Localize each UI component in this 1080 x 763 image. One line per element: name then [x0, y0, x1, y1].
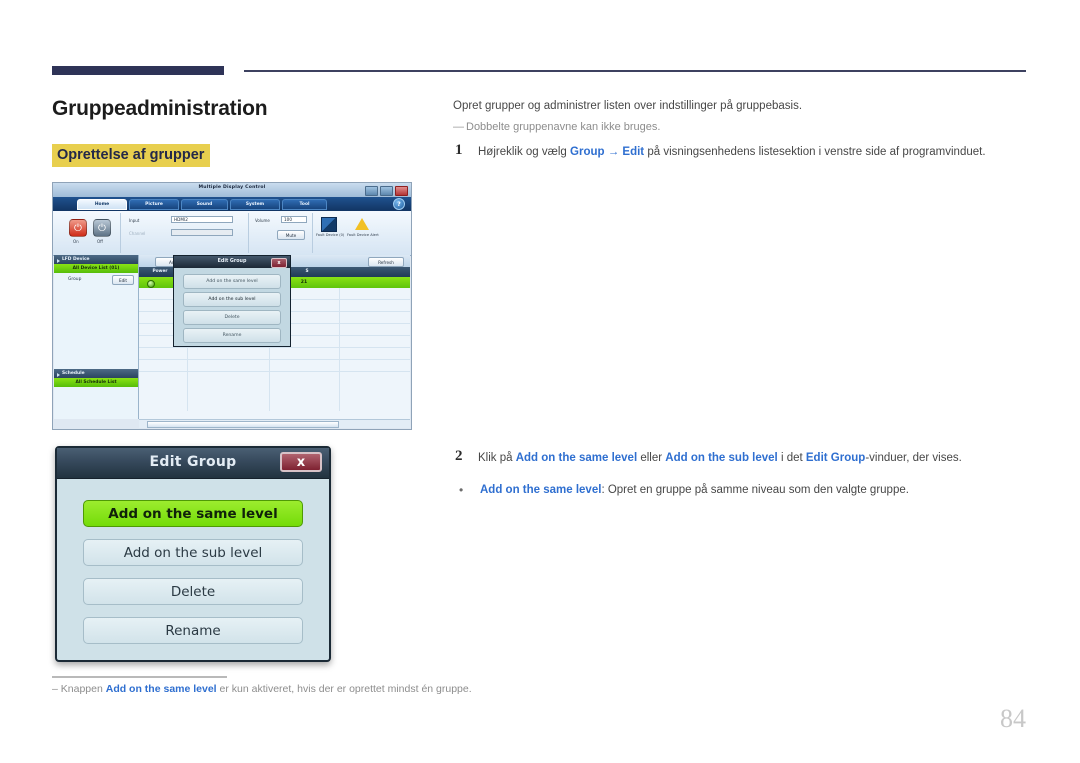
bullet-1-text: Add on the same level: Opret en gruppe p…	[480, 484, 1025, 496]
step-2-pre: Klik på	[478, 452, 516, 464]
screenshot-titlebar: Multiple Display Control	[53, 183, 411, 198]
input-group: Input HDMI2 Channel	[123, 213, 249, 253]
step-2-bold-sub-level: Add on the sub level	[665, 452, 778, 464]
fault-alert-icon[interactable]	[355, 218, 369, 230]
footnote-post: er kun aktiveret, hvis der er oprettet m…	[216, 683, 472, 695]
footnote-rule	[52, 676, 227, 678]
bullet-marker: •	[459, 483, 464, 497]
volume-group: Volume 100 Mute	[251, 213, 313, 253]
inner-rename-button[interactable]: Rename	[183, 328, 281, 343]
power-status-indicator	[147, 279, 155, 288]
dialog-close-icon[interactable]: x	[280, 452, 322, 472]
step-1-bold-edit: Edit	[622, 146, 645, 158]
fault-device-icon[interactable]	[321, 217, 337, 232]
table-row[interactable]	[139, 360, 410, 372]
section-schedule[interactable]: Schedule	[54, 369, 138, 378]
step-2-bold-same-level: Add on the same level	[515, 452, 638, 464]
step-2-post: -vinduer, der vises.	[865, 452, 962, 464]
power-on-icon[interactable]: ⏻	[69, 219, 87, 237]
screenshot-window-title: Multiple Display Control	[198, 185, 266, 190]
screenshot-tabbar: Home Picture Sound System Tool	[53, 197, 411, 212]
header-rule	[244, 70, 1026, 72]
table-row[interactable]	[139, 348, 410, 360]
note-text: Dobbelte gruppenavne kan ikke bruges.	[466, 121, 661, 133]
group-row[interactable]: Group Edit	[54, 274, 138, 285]
grid-refresh-button[interactable]: Refresh	[368, 257, 404, 267]
power-on-label: On	[73, 239, 79, 244]
volume-label: Volume	[255, 218, 270, 223]
all-device-list-item[interactable]: All Device List (01)	[54, 264, 138, 273]
add-on-sub-level-button[interactable]: Add on the sub level	[83, 539, 303, 566]
section-subtitle: Oprettelse af grupper	[52, 144, 211, 167]
grid-cell-extra: 21	[300, 279, 308, 285]
step-1-arrow: →	[604, 146, 623, 158]
power-off-label: Off	[97, 239, 103, 244]
fault-device-label: Fault Device (0)	[316, 233, 345, 237]
add-on-same-level-button[interactable]: Add on the same level	[83, 500, 303, 527]
tab-sound[interactable]: Sound	[181, 199, 228, 210]
program-screenshot: Multiple Display Control Home Picture So…	[52, 182, 412, 430]
step-2-bold-edit-group: Edit Group	[805, 452, 866, 464]
footnote: – Knappen Add on the same level er kun a…	[52, 683, 472, 695]
help-icon[interactable]: ?	[393, 198, 405, 210]
rename-button[interactable]: Rename	[83, 617, 303, 644]
channel-input[interactable]	[171, 229, 233, 236]
step-2-mid-2: i det	[777, 452, 806, 464]
footnote-bold: Add on the same level	[105, 683, 217, 695]
page-number: 84	[1000, 704, 1026, 733]
bullet-1-rest: : Opret en gruppe på samme niveau som de…	[601, 484, 909, 496]
note-dash: —	[453, 121, 464, 133]
screenshot-left-panel: LFD Device All Device List (01) Group Ed…	[54, 255, 139, 419]
power-group: ⏻ ⏻ On Off	[59, 213, 121, 253]
volume-input[interactable]: 100	[281, 216, 307, 223]
inner-delete-button[interactable]: Delete	[183, 310, 281, 325]
grid-header-extra: S	[305, 269, 309, 274]
step-2-text: Klik på Add on the same level eller Add …	[478, 452, 1023, 464]
page-title: Gruppeadministration	[52, 97, 268, 120]
inner-add-same-level-button[interactable]: Add on the same level	[183, 274, 281, 289]
inner-edit-group-dialog: Edit Group x Add on the same level Add o…	[173, 255, 291, 347]
step-1-post: på visningsenhedens listesektion i venst…	[644, 146, 986, 158]
intro-note: — Dobbelte gruppenavne kan ikke bruges.	[453, 121, 660, 133]
dialog-body: Add on the same level Add on the sub lev…	[62, 482, 324, 654]
power-off-icon[interactable]: ⏻	[93, 219, 111, 237]
close-icon[interactable]	[395, 185, 408, 196]
header-accent-bar	[52, 66, 224, 75]
inner-add-sub-level-button[interactable]: Add on the sub level	[183, 292, 281, 307]
all-schedule-list-item[interactable]: All Schedule List	[54, 378, 138, 387]
tab-picture[interactable]: Picture	[129, 199, 179, 210]
group-label: Group	[68, 276, 82, 282]
footnote-pre: Knappen	[60, 683, 106, 695]
window-controls	[365, 185, 408, 196]
horizontal-scrollbar[interactable]	[139, 419, 410, 428]
intro-paragraph: Opret grupper og administrer listen over…	[453, 100, 803, 112]
fault-group: Fault Device (0) Fault Device Alert	[315, 213, 409, 253]
fault-alert-label: Fault Device Alert	[347, 233, 379, 237]
grid-header-power: Power	[152, 269, 168, 274]
group-edit-button[interactable]: Edit	[112, 275, 134, 285]
input-label: Input	[129, 218, 140, 223]
scrollbar-thumb[interactable]	[147, 421, 339, 428]
step-2-mid-1: eller	[637, 452, 666, 464]
section-lfd-device[interactable]: LFD Device	[54, 255, 138, 264]
mute-button[interactable]: Mute	[277, 230, 305, 240]
step-1-bold-group: Group	[570, 146, 605, 158]
step-1-number: 1	[455, 142, 463, 158]
footnote-dash: –	[52, 683, 58, 695]
tab-system[interactable]: System	[230, 199, 280, 210]
tab-tool[interactable]: Tool	[282, 199, 327, 210]
delete-button[interactable]: Delete	[83, 578, 303, 605]
input-select[interactable]: HDMI2	[171, 216, 233, 223]
tab-home[interactable]: Home	[77, 199, 127, 210]
bullet-1-bold: Add on the same level	[480, 484, 602, 496]
channel-label: Channel	[129, 231, 146, 236]
inner-dialog-close-icon[interactable]: x	[271, 258, 287, 268]
step-1-pre: Højreklik og vælg	[478, 146, 571, 158]
step-2-number: 2	[455, 448, 463, 464]
step-1-text: Højreklik og vælg Group → Edit på visnin…	[478, 146, 1023, 158]
maximize-icon[interactable]	[380, 185, 393, 196]
edit-group-dialog: Edit Group x Add on the same level Add o…	[55, 446, 331, 662]
minimize-icon[interactable]	[365, 185, 378, 196]
screenshot-toolbar: ⏻ ⏻ On Off Input HDMI2 Channel Volume 10…	[53, 211, 411, 256]
